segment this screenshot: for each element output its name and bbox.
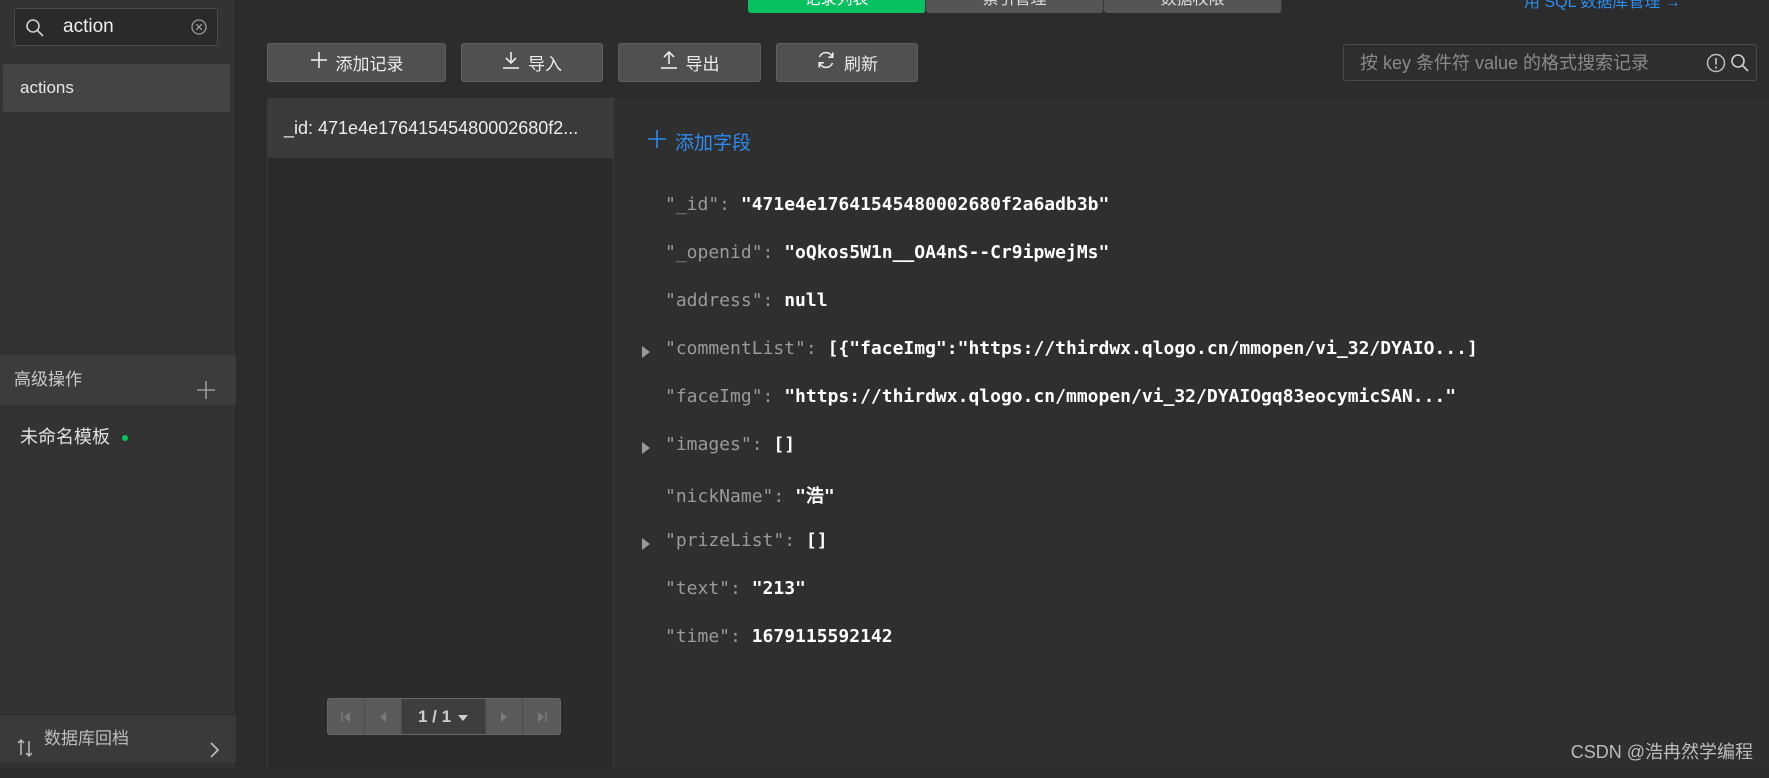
field-key: "text":	[665, 578, 741, 599]
db-archive-button[interactable]: 数据库回档	[0, 714, 236, 762]
sidebar: actions 高级操作 未命名模板 数据库回档	[0, 0, 236, 768]
tab-record-list[interactable]: 记录列表	[748, 0, 926, 13]
download-icon	[502, 51, 520, 74]
refresh-button[interactable]: 刷新	[776, 43, 918, 82]
field-value: "471e4e17641545480002680f2a6adb3b"	[740, 194, 1110, 215]
add-record-button[interactable]: 添加记录	[267, 43, 446, 82]
import-label: 导入	[528, 55, 562, 74]
upload-icon	[660, 50, 678, 74]
collection-item-label: actions	[20, 78, 74, 97]
field-row[interactable]: "text": "213"	[651, 578, 806, 604]
field-key: "nickName":	[665, 486, 785, 507]
add-field-button[interactable]: 添加字段	[647, 128, 751, 155]
search-icon	[25, 18, 45, 43]
prev-page-button[interactable]	[365, 699, 402, 734]
record-search-box[interactable]	[1343, 44, 1757, 81]
add-field-label: 添加字段	[675, 133, 752, 154]
field-key: "_openid":	[665, 242, 774, 263]
field-value: 1679115592142	[751, 626, 893, 647]
collection-item-actions[interactable]: actions	[3, 64, 230, 112]
tab-index-management[interactable]: 索引管理	[926, 0, 1104, 13]
field-row[interactable]: "faceImg": "https://thirdwx.qlogo.cn/mmo…	[651, 386, 1456, 412]
field-key: "time":	[665, 626, 741, 647]
field-value: "https://thirdwx.qlogo.cn/mmopen/vi_32/D…	[784, 386, 1457, 407]
field-row[interactable]: "_openid": "oQkos5W1n__OA4nS--Cr9ipwejMs…	[651, 242, 1109, 268]
chevron-right-icon	[208, 730, 220, 778]
plus-icon	[647, 129, 667, 155]
template-item-label: 未命名模板	[20, 427, 110, 447]
field-value: []	[773, 434, 796, 455]
watermark: CSDN @浩冉然学编程	[1570, 742, 1753, 762]
search-icon[interactable]	[1730, 53, 1750, 78]
add-record-label: 添加记录	[335, 55, 404, 74]
field-row[interactable]: "prizeList": []	[642, 530, 828, 556]
field-value: [{"faceImg":"https://thirdwx.qlogo.cn/mm…	[827, 338, 1478, 359]
field-row[interactable]: "address": null	[651, 290, 828, 316]
advanced-operations-header: 高级操作	[0, 355, 236, 405]
page-indicator: 1 / 1	[417, 706, 452, 726]
record-search-input[interactable]	[1358, 51, 1688, 75]
field-value: []	[805, 530, 828, 551]
tab-data-permissions[interactable]: 数据权限	[1104, 0, 1282, 13]
page-selector[interactable]: 1 / 1	[402, 699, 486, 734]
expand-arrow-icon[interactable]	[642, 538, 650, 550]
last-page-button[interactable]	[523, 699, 560, 734]
field-key: "faceImg":	[665, 386, 774, 407]
export-button[interactable]: 导出	[618, 43, 761, 82]
import-button[interactable]: 导入	[461, 43, 603, 82]
add-template-icon[interactable]	[196, 370, 216, 420]
db-archive-label: 数据库回档	[44, 729, 129, 748]
field-value: "oQkos5W1n__OA4nS--Cr9ipwejMs"	[784, 242, 1110, 263]
field-key: "prizeList":	[665, 530, 796, 551]
field-value: null	[784, 290, 828, 311]
pagination: 1 / 1	[327, 698, 561, 735]
refresh-label: 刷新	[844, 55, 878, 74]
next-page-button[interactable]	[486, 699, 523, 734]
field-row[interactable]: "commentList": [{"faceImg":"https://thir…	[642, 338, 1478, 364]
refresh-icon	[816, 50, 836, 75]
record-list-item[interactable]: _id: 471e4e17641545480002680f2...	[268, 98, 614, 158]
caret-down-icon	[457, 707, 469, 727]
field-key: "address":	[665, 290, 774, 311]
field-row[interactable]: "time": 1679115592142	[651, 626, 893, 652]
field-row[interactable]: "nickName": "浩"	[651, 482, 835, 508]
collection-search-input[interactable]	[61, 15, 191, 39]
info-icon[interactable]	[1706, 53, 1726, 78]
field-row[interactable]: "images": []	[642, 434, 796, 460]
field-key: "_id":	[665, 194, 731, 215]
field-value: "213"	[751, 578, 806, 599]
expand-arrow-icon[interactable]	[642, 442, 650, 454]
expand-arrow-icon[interactable]	[642, 346, 650, 358]
field-value: "浩"	[795, 486, 835, 507]
sort-icon	[16, 729, 36, 777]
field-row[interactable]: "_id": "471e4e17641545480002680f2a6adb3b…	[651, 194, 1109, 220]
status-dot	[122, 435, 128, 442]
export-label: 导出	[685, 55, 720, 74]
field-key: "images":	[665, 434, 763, 455]
record-detail-pane: 添加字段 "_id": "471e4e17641545480002680f2a6…	[615, 98, 1769, 768]
top-tabs: 记录列表 索引管理 数据权限	[748, 0, 1282, 13]
record-list-pane: _id: 471e4e17641545480002680f2... 1 / 1	[267, 98, 614, 768]
clear-search-icon[interactable]	[191, 19, 207, 40]
advanced-operations-label: 高级操作	[14, 370, 82, 389]
collection-search-box[interactable]	[14, 8, 218, 46]
first-page-button[interactable]	[328, 699, 365, 734]
template-item-unnamed[interactable]: 未命名模板	[20, 423, 128, 449]
top-right-link[interactable]: 用 SQL 数据库管理 →	[1524, 0, 1681, 12]
plus-icon	[310, 51, 328, 74]
field-key: "commentList":	[665, 338, 817, 359]
